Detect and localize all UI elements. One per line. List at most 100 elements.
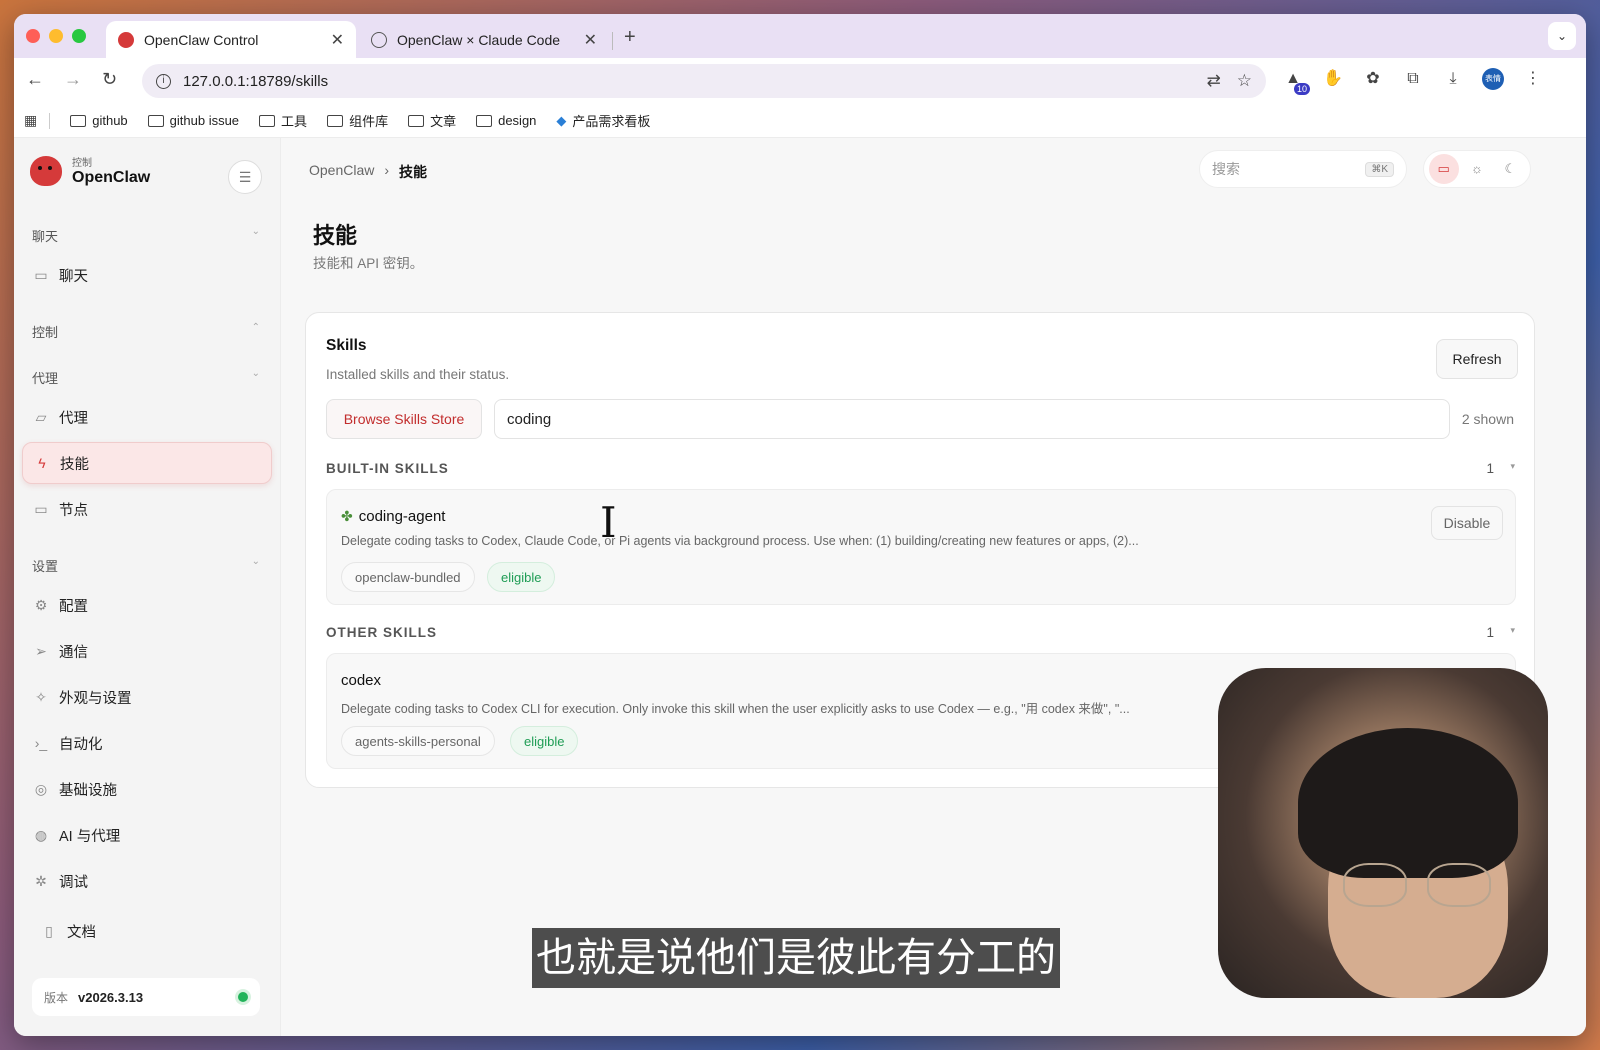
breadcrumb-root[interactable]: OpenClaw [309, 162, 374, 182]
bookmark-product-board[interactable]: ◆ 产品需求看板 [556, 111, 650, 130]
sidebar-item-comms[interactable]: ➢ 通信 [22, 630, 272, 672]
bookmark-label: github [92, 113, 128, 128]
search-input[interactable]: 搜索 ⌘K [1199, 150, 1407, 188]
tab-search-chevron-down-icon[interactable]: ⌄ [1548, 22, 1576, 50]
brand-name: OpenClaw [72, 169, 151, 186]
theme-light-sun-icon[interactable]: ☼ [1462, 154, 1492, 184]
status-online-dot [238, 992, 248, 1002]
extension-graduation-cap-icon[interactable]: ▲ 10 [1282, 68, 1310, 95]
sidebar-item-config[interactable]: ⚙ 配置 [22, 584, 272, 626]
minimize-window-button[interactable] [49, 29, 63, 43]
sidebar-item-label: 节点 [59, 502, 88, 519]
card-title: Skills [326, 337, 367, 354]
sidebar-item-label: 通信 [59, 644, 88, 661]
sidebar-item-label: 外观与设置 [59, 690, 132, 707]
sidebar-item-chat[interactable]: ▭ 聊天 [22, 254, 272, 296]
disable-skill-button[interactable]: Disable [1431, 506, 1503, 540]
extension-hand-icon[interactable]: ✋ [1322, 68, 1344, 90]
chevron-down-icon: ⌄ [251, 226, 260, 237]
sidebar-item-infra[interactable]: ◎ 基础设施 [22, 768, 272, 810]
maximize-window-button[interactable] [72, 29, 86, 43]
bookmark-articles[interactable]: 文章 [408, 111, 456, 130]
site-info-icon[interactable]: i [156, 73, 171, 89]
sidebar-item-appearance[interactable]: ✧ 外观与设置 [22, 676, 272, 718]
skill-name: ✤ coding-agent [341, 508, 445, 525]
bookmark-star-icon[interactable]: ☆ [1237, 71, 1252, 91]
browse-skills-store-button[interactable]: Browse Skills Store [326, 399, 482, 439]
group-heading: BUILT-IN SKILLS [326, 461, 449, 476]
document-icon: ▯ [45, 922, 53, 939]
new-tab-plus-icon[interactable]: + [624, 26, 636, 49]
address-bar[interactable]: i 127.0.0.1:18789/skills ⇄ ☆ [142, 64, 1266, 98]
breadcrumb: OpenClaw › 技能 [309, 162, 427, 182]
group-heading: OTHER SKILLS [326, 625, 438, 640]
bookmark-github-issue[interactable]: github issue [147, 113, 239, 128]
extension-leaf-icon[interactable]: ✿ [1362, 68, 1384, 90]
group-header-other[interactable]: OTHER SKILLS 1 ▾ [326, 625, 1516, 640]
bookmark-components[interactable]: 组件库 [327, 111, 388, 130]
bookmark-tools[interactable]: 工具 [259, 111, 307, 130]
sidebar-item-skills[interactable]: ϟ 技能 [22, 442, 272, 484]
sidebar-item-label: 文档 [67, 924, 96, 941]
skill-status-badge: eligible [510, 726, 579, 756]
skill-source-badge: agents-skills-personal [341, 726, 495, 756]
forward-arrow-icon[interactable]: → [64, 69, 82, 90]
sidebar-item-ai[interactable]: ◍ AI 与代理 [22, 814, 272, 856]
skill-status-badge: eligible [487, 562, 556, 592]
extensions-puzzle-icon[interactable]: ⧉ [1402, 68, 1424, 90]
apps-grid-icon[interactable]: ▦ [24, 112, 37, 129]
section-settings[interactable]: 设置 ⌄ [32, 556, 260, 575]
globe-icon: ◎ [34, 780, 48, 797]
sidebar-item-automation[interactable]: ›_ 自动化 [22, 722, 272, 764]
text-cursor-icon: I [600, 498, 617, 547]
folder-icon [476, 114, 493, 127]
tab-divider [612, 32, 613, 50]
sidebar-toggle-menu-icon[interactable]: ☰ [228, 160, 262, 194]
close-tab-icon[interactable]: ✕ [584, 30, 597, 50]
sidebar-item-label: 自动化 [59, 736, 103, 753]
skill-description: Delegate coding tasks to Codex CLI for e… [341, 702, 1130, 716]
section-label: 聊天 [32, 229, 59, 244]
folder-icon [327, 114, 344, 127]
window-controls [26, 29, 86, 43]
version-info: 版本 v2026.3.13 [32, 978, 260, 1016]
reload-icon[interactable]: ↻ [102, 69, 117, 90]
theme-dark-moon-icon[interactable]: ☾ [1495, 154, 1525, 184]
close-window-button[interactable] [26, 29, 40, 43]
tab-openclaw-control[interactable]: OpenClaw Control ✕ [106, 21, 356, 58]
sidebar-item-agents[interactable]: ▱ 代理 [22, 396, 272, 438]
sidebar-item-nodes[interactable]: ▭ 节点 [22, 488, 272, 530]
more-vertical-icon[interactable]: ⋮ [1522, 68, 1544, 90]
tab-openclaw-claude-code[interactable]: OpenClaw × Claude Code ✕ [359, 21, 609, 58]
lightning-icon: ϟ [38, 455, 46, 471]
download-icon[interactable]: ⤓ [1442, 68, 1464, 90]
brand: 控制 OpenClaw [30, 154, 150, 187]
webcam-overlay [1218, 668, 1548, 998]
close-tab-icon[interactable]: ✕ [331, 30, 344, 50]
bookmark-design[interactable]: design [476, 113, 536, 128]
folder-icon [408, 114, 425, 127]
terminal-icon: ›_ [34, 735, 48, 751]
bookmark-github[interactable]: github [70, 113, 128, 128]
skill-description: Delegate coding tasks to Codex, Claude C… [341, 534, 1139, 548]
video-subtitle: 也就是说他们是彼此有分工的 [532, 928, 1060, 988]
back-arrow-icon[interactable]: ← [26, 69, 44, 90]
section-agent[interactable]: 代理 ⌄ [32, 368, 260, 387]
translate-icon[interactable]: ⇄ [1207, 71, 1221, 91]
section-label: 控制 [32, 325, 59, 340]
skills-filter-input[interactable] [494, 399, 1450, 439]
sparkle-icon: ✧ [35, 688, 47, 705]
section-chat[interactable]: 聊天 ⌄ [32, 226, 260, 245]
extension-badge: 10 [1293, 83, 1310, 95]
section-control[interactable]: 控制 ⌃ [32, 322, 260, 341]
sidebar-item-docs[interactable]: ▯ 文档 [30, 910, 280, 952]
tab-strip: OpenClaw Control ✕ OpenClaw × Claude Cod… [14, 14, 1586, 58]
breadcrumb-chevron-icon: › [384, 162, 390, 178]
sidebar-item-label: 技能 [60, 456, 89, 473]
sidebar-item-debug[interactable]: ✲ 调试 [22, 860, 272, 902]
profile-avatar[interactable]: 表情 [1482, 68, 1504, 90]
group-header-built-in[interactable]: BUILT-IN SKILLS 1 ▾ [326, 461, 1516, 476]
chat-bubble-icon: ▭ [34, 266, 48, 283]
refresh-button[interactable]: Refresh [1436, 339, 1518, 379]
theme-system-monitor-icon[interactable]: ▭ [1428, 154, 1459, 184]
